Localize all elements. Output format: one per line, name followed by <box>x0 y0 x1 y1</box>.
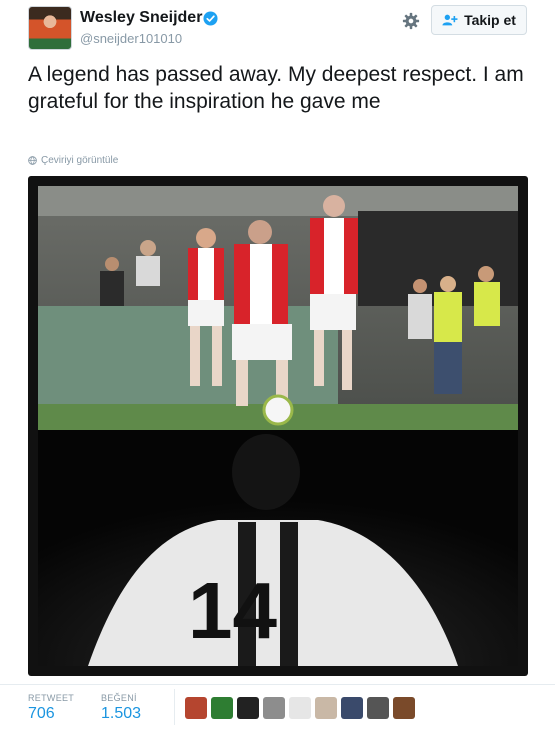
like-label: BEĞENİ <box>101 693 137 703</box>
verified-badge-icon <box>203 11 218 26</box>
stats-divider <box>174 689 175 725</box>
liker-avatar[interactable] <box>341 697 363 719</box>
liker-avatar[interactable] <box>315 697 337 719</box>
translate-link[interactable]: Çeviriyi görüntüle <box>28 155 118 166</box>
user-handle[interactable]: @sneijder101010 <box>80 31 182 46</box>
black-and-white-jersey-photo: 14 <box>38 430 518 666</box>
translate-label: Çeviriyi görüntüle <box>41 155 119 166</box>
liker-avatar[interactable] <box>393 697 415 719</box>
add-user-icon <box>442 14 458 26</box>
follow-button[interactable]: Takip et <box>431 5 527 35</box>
retweet-label: RETWEET <box>28 693 75 703</box>
like-count[interactable]: 1.503 <box>101 705 141 723</box>
liker-avatar[interactable] <box>185 697 207 719</box>
liker-avatar[interactable] <box>289 697 311 719</box>
tweet-stats: RETWEET 706 BEĞENİ 1.503 <box>0 684 555 729</box>
user-name[interactable]: Wesley Sneijder <box>80 9 202 27</box>
liker-avatar[interactable] <box>237 697 259 719</box>
follow-label: Takip et <box>464 12 516 28</box>
tweet-text: A legend has passed away. My deepest res… <box>28 63 524 113</box>
globe-icon <box>28 156 37 165</box>
likers-avatars <box>185 697 415 719</box>
jersey-number: 14 <box>188 566 277 655</box>
tweet-media[interactable]: 14 <box>28 176 528 676</box>
gear-icon[interactable] <box>402 12 420 30</box>
liker-avatar[interactable] <box>367 697 389 719</box>
liker-avatar[interactable] <box>263 697 285 719</box>
football-match-photo <box>38 186 518 430</box>
retweet-count[interactable]: 706 <box>28 705 55 723</box>
avatar[interactable] <box>28 6 72 50</box>
liker-avatar[interactable] <box>211 697 233 719</box>
